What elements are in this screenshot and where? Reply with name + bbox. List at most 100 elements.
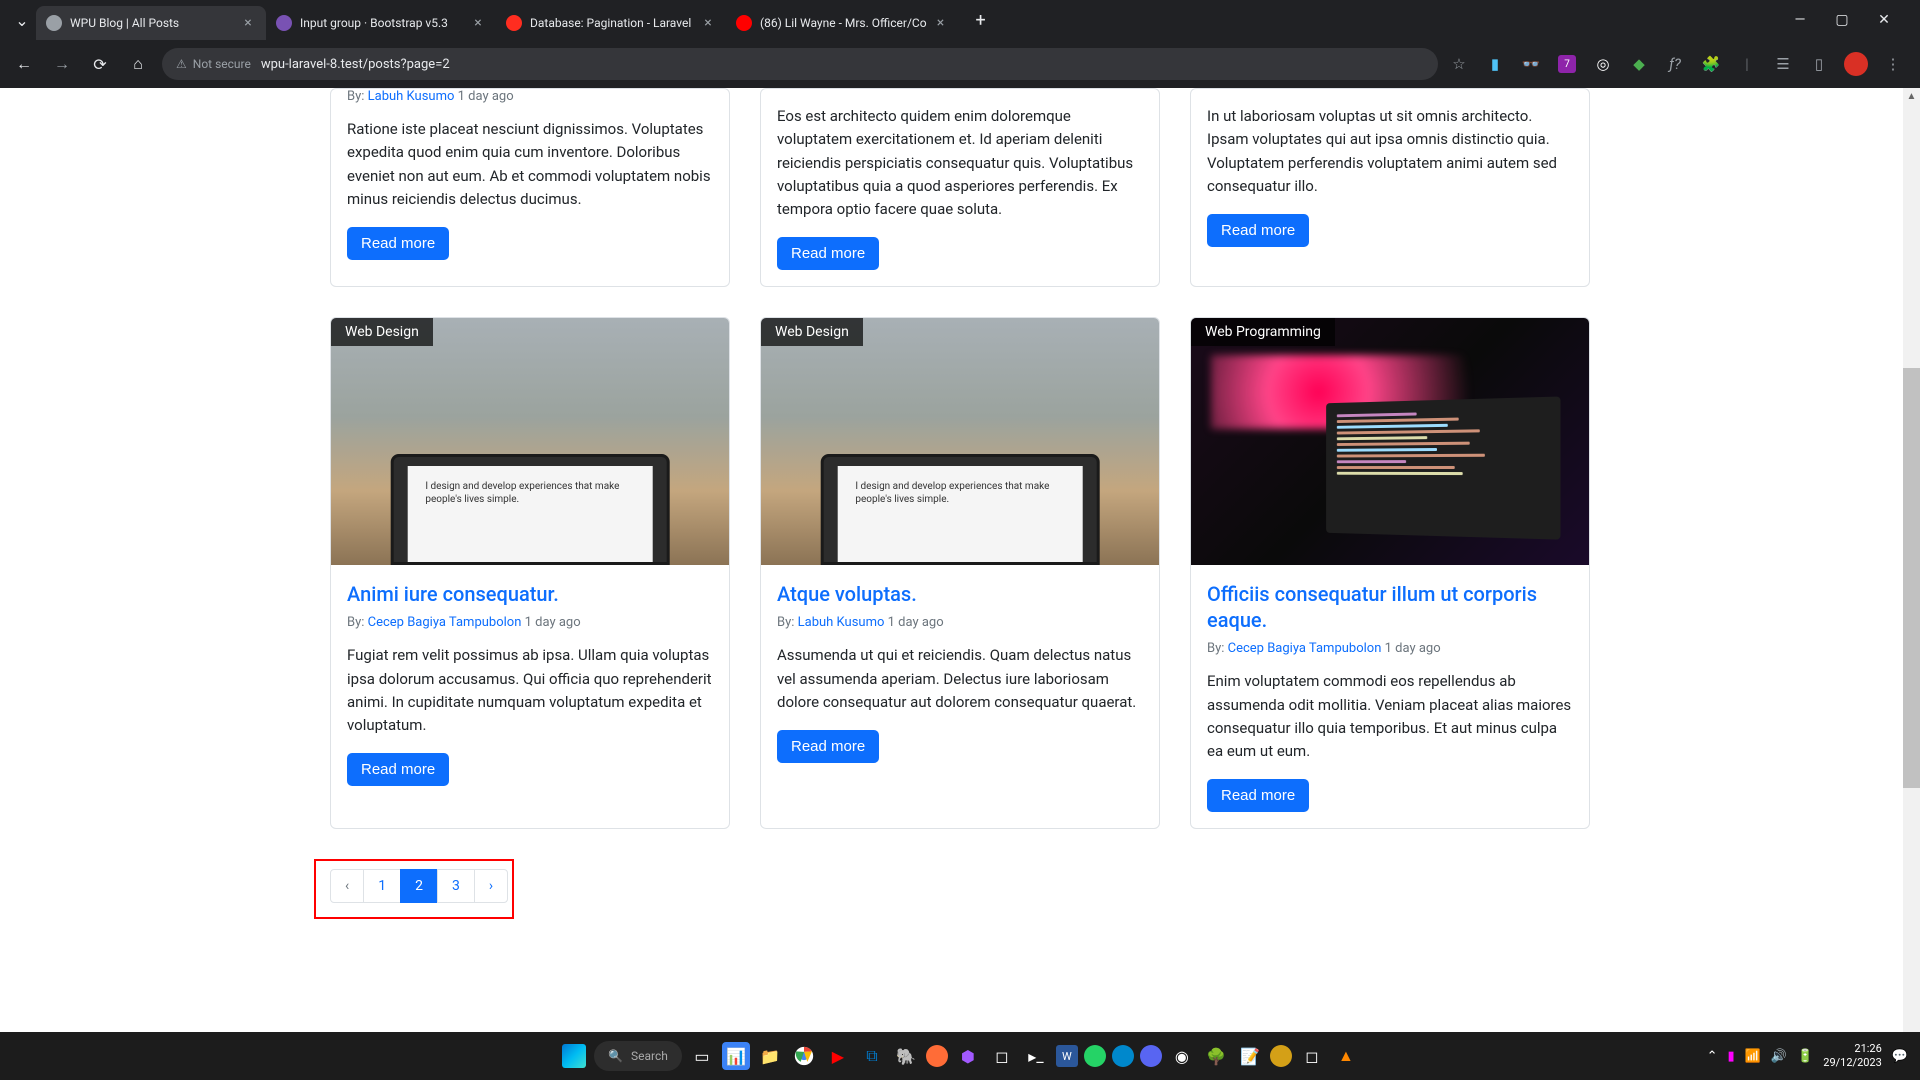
- file-explorer-icon[interactable]: 📁: [756, 1042, 784, 1070]
- toolbar-right: ☆ ▮ 👓 7 ◎ ◆ ƒ? 🧩 | ☰ ▯ ⋮: [1448, 52, 1910, 76]
- pagination-page-1[interactable]: 1: [363, 869, 401, 903]
- postman-icon[interactable]: [926, 1045, 948, 1067]
- post-title-link[interactable]: Officiis consequatur illum ut corporis e…: [1207, 581, 1573, 633]
- card-row: By: Labuh Kusumo 1 day ago Ratione iste …: [330, 88, 1590, 287]
- tray-icon[interactable]: ▮: [1728, 1049, 1735, 1064]
- task-view-icon[interactable]: ▭: [688, 1042, 716, 1070]
- extension-icon[interactable]: 7: [1556, 53, 1578, 75]
- globe-icon: [46, 15, 62, 31]
- post-meta: By: Labuh Kusumo 1 day ago: [347, 89, 713, 104]
- chevron-up-icon[interactable]: ⌃: [1707, 1049, 1718, 1064]
- post-card: Web Programming: [1190, 317, 1590, 829]
- scroll-up-arrow-icon[interactable]: ▲: [1903, 88, 1920, 105]
- tab-bootstrap[interactable]: Input group · Bootstrap v5.3 ×: [266, 6, 496, 40]
- start-button[interactable]: [560, 1042, 588, 1070]
- pagination-page-2[interactable]: 2: [400, 869, 438, 903]
- app-icon[interactable]: 📊: [722, 1042, 750, 1070]
- bookmark-star-icon[interactable]: ☆: [1448, 53, 1470, 75]
- address-bar[interactable]: ⚠ Not secure wpu-laravel-8.test/posts?pa…: [162, 48, 1438, 80]
- read-more-button[interactable]: Read more: [347, 227, 449, 260]
- laravel-icon: [506, 15, 522, 31]
- minimize-button[interactable]: —: [1788, 8, 1812, 32]
- tab-youtube[interactable]: (86) Lil Wayne - Mrs. Officer/Co ×: [726, 6, 959, 40]
- extension-icon[interactable]: ▮: [1484, 53, 1506, 75]
- reload-button[interactable]: ⟳: [86, 50, 114, 78]
- close-icon[interactable]: ×: [470, 15, 486, 31]
- extension-icon[interactable]: 👓: [1520, 53, 1542, 75]
- security-label: Not secure: [193, 57, 251, 71]
- chrome-icon[interactable]: [790, 1042, 818, 1070]
- reading-list-icon[interactable]: ☰: [1772, 53, 1794, 75]
- close-icon[interactable]: ×: [240, 15, 256, 31]
- obs-icon[interactable]: ◉: [1168, 1042, 1196, 1070]
- post-title-link[interactable]: Atque voluptas.: [777, 581, 1143, 607]
- profile-avatar[interactable]: [1844, 52, 1868, 76]
- telegram-icon[interactable]: [1112, 1045, 1134, 1067]
- author-link[interactable]: Labuh Kusumo: [798, 615, 885, 630]
- home-button[interactable]: ⌂: [124, 50, 152, 78]
- post-title-link[interactable]: Animi iure consequatur.: [347, 581, 713, 607]
- by-prefix: By:: [777, 615, 798, 630]
- whatsapp-icon[interactable]: [1084, 1045, 1106, 1067]
- author-link[interactable]: Cecep Bagiya Tampubolon: [1228, 641, 1382, 656]
- app-icon[interactable]: 🌳: [1202, 1042, 1230, 1070]
- read-more-button[interactable]: Read more: [777, 730, 879, 763]
- post-excerpt: Ratione iste placeat nesciunt dignissimo…: [347, 118, 713, 211]
- post-card: Web Design I design and develop experien…: [760, 317, 1160, 829]
- tab-overview-button[interactable]: ⌄: [8, 6, 36, 34]
- extension-icon[interactable]: ƒ?: [1664, 53, 1686, 75]
- system-tray: ⌃ ▮ 📶 🔊 🔋 21:26 29/12/2023 💬: [1707, 1042, 1908, 1070]
- battery-icon[interactable]: 🔋: [1797, 1049, 1813, 1064]
- app-icon[interactable]: 🐘: [892, 1042, 920, 1070]
- extension-icon[interactable]: ◆: [1628, 53, 1650, 75]
- warning-icon: ⚠: [176, 57, 187, 71]
- taskbar-search[interactable]: 🔍 Search: [594, 1041, 682, 1071]
- tab-wpu-blog[interactable]: WPU Blog | All Posts ×: [36, 6, 266, 40]
- vlc-icon[interactable]: ▲: [1332, 1042, 1360, 1070]
- category-badge[interactable]: Web Design: [761, 318, 863, 346]
- extension-icon[interactable]: ◎: [1592, 53, 1614, 75]
- read-more-button[interactable]: Read more: [347, 753, 449, 786]
- kebab-menu-icon[interactable]: ⋮: [1882, 53, 1904, 75]
- close-icon[interactable]: ×: [933, 15, 949, 31]
- scrollbar-thumb[interactable]: [1903, 368, 1920, 788]
- pagination-next[interactable]: ›: [474, 869, 508, 903]
- app-icon[interactable]: [1270, 1045, 1292, 1067]
- category-badge[interactable]: Web Programming: [1191, 318, 1335, 346]
- terminal-icon[interactable]: ▸_: [1022, 1042, 1050, 1070]
- new-tab-button[interactable]: +: [967, 6, 995, 34]
- side-panel-icon[interactable]: ▯: [1808, 53, 1830, 75]
- author-link[interactable]: Cecep Bagiya Tampubolon: [368, 615, 522, 630]
- wifi-icon[interactable]: 📶: [1745, 1049, 1761, 1064]
- category-badge[interactable]: Web Design: [331, 318, 433, 346]
- figma-icon[interactable]: ⬢: [954, 1042, 982, 1070]
- close-icon[interactable]: ×: [700, 15, 716, 31]
- pagination-page-3[interactable]: 3: [437, 869, 475, 903]
- maximize-button[interactable]: ▢: [1830, 8, 1854, 32]
- discord-icon[interactable]: [1140, 1045, 1162, 1067]
- security-indicator[interactable]: ⚠ Not secure: [176, 57, 251, 71]
- post-excerpt: Enim voluptatem commodi eos repellendus …: [1207, 670, 1573, 763]
- read-more-button[interactable]: Read more: [777, 237, 879, 270]
- forward-button[interactable]: →: [48, 50, 76, 78]
- volume-icon[interactable]: 🔊: [1771, 1049, 1787, 1064]
- notifications-icon[interactable]: 💬: [1892, 1049, 1908, 1064]
- laptop-screen-text: I design and develop experiences that ma…: [837, 466, 1082, 563]
- notion-icon[interactable]: ◻: [1298, 1042, 1326, 1070]
- back-button[interactable]: ←: [10, 50, 38, 78]
- clock[interactable]: 21:26 29/12/2023: [1823, 1042, 1882, 1070]
- author-link[interactable]: Labuh Kusumo: [368, 89, 455, 104]
- badge-count: 7: [1558, 55, 1576, 73]
- youtube-icon[interactable]: ▶: [824, 1042, 852, 1070]
- read-more-button[interactable]: Read more: [1207, 214, 1309, 247]
- notion-icon[interactable]: ◻: [988, 1042, 1016, 1070]
- extensions-menu-icon[interactable]: 🧩: [1700, 53, 1722, 75]
- read-more-button[interactable]: Read more: [1207, 779, 1309, 812]
- scrollbar-track[interactable]: ▲ ▼: [1903, 88, 1920, 1050]
- close-window-button[interactable]: ✕: [1872, 8, 1896, 32]
- tab-laravel[interactable]: Database: Pagination - Laravel ×: [496, 6, 726, 40]
- word-icon[interactable]: W: [1056, 1045, 1078, 1067]
- vscode-icon[interactable]: ⧉: [858, 1042, 886, 1070]
- pagination-prev[interactable]: ‹: [330, 869, 364, 903]
- notepad-icon[interactable]: 📝: [1236, 1042, 1264, 1070]
